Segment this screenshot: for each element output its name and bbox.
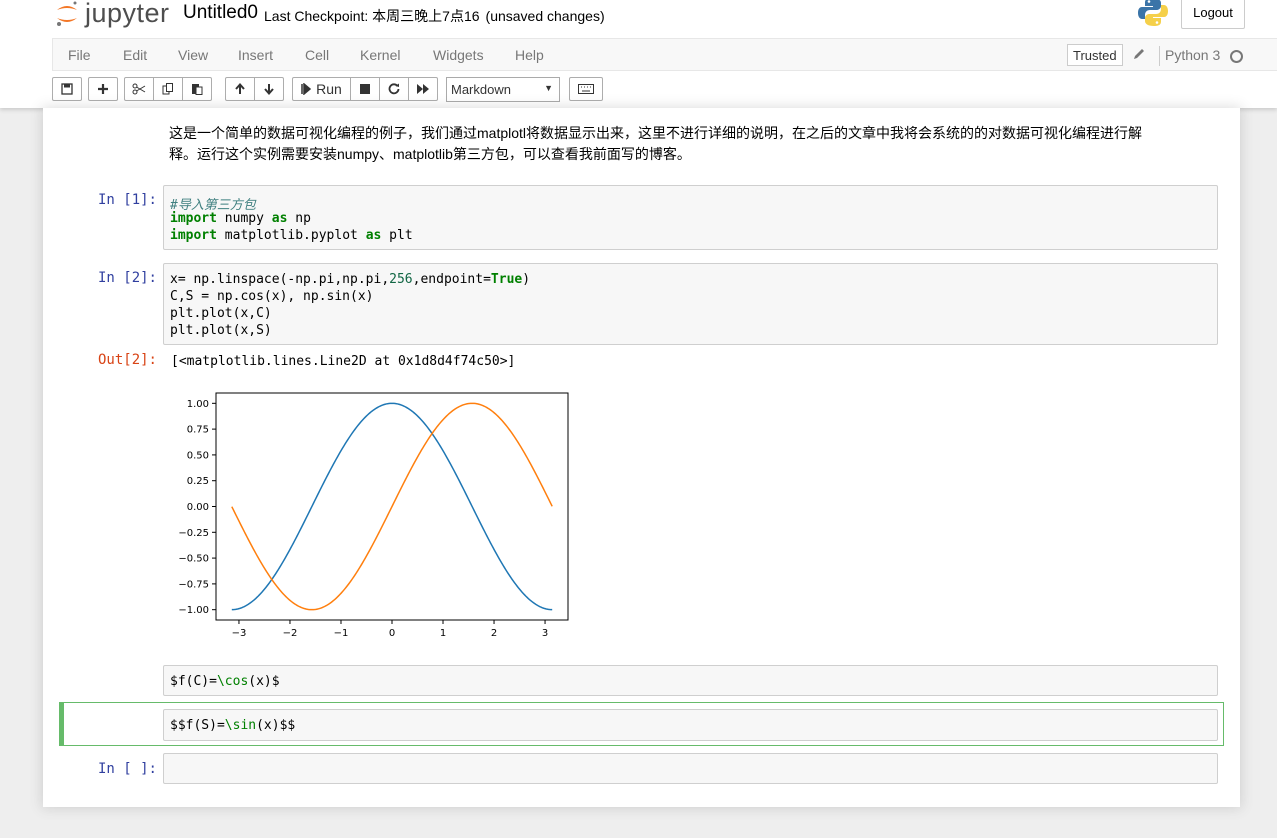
chevron-down-icon: ▼ — [544, 83, 553, 93]
paste-icon — [192, 84, 203, 95]
cell1-prompt: In [1]: — [97, 192, 157, 208]
code-line: import matplotlib.pyplot as plt — [170, 228, 413, 243]
interrupt-button[interactable] — [350, 77, 380, 101]
kernel-name[interactable]: Python 3 — [1165, 47, 1220, 63]
md-source-fc: $f(C)=\cos(x)$ — [170, 674, 280, 689]
run-icon — [301, 83, 312, 95]
insert-cell-button[interactable] — [88, 77, 118, 101]
code-line: plt.plot(x,S) — [170, 323, 272, 338]
y-tick-label: −0.25 — [178, 528, 209, 539]
x-tick-label: 0 — [389, 628, 395, 639]
kernel-idle-indicator — [1230, 50, 1243, 63]
y-tick-label: 1.00 — [187, 399, 209, 410]
x-tick-label: 2 — [491, 628, 497, 639]
x-tick-label: −1 — [334, 628, 349, 639]
checkpoint-info: Last Checkpoint: 本周三晚上7点16 (unsaved chang… — [264, 6, 605, 26]
x-tick-label: −2 — [283, 628, 298, 639]
trusted-badge[interactable]: Trusted — [1067, 44, 1123, 66]
restart-run-all-button[interactable] — [408, 77, 438, 101]
run-button[interactable]: Run — [292, 77, 351, 101]
keyboard-group — [569, 77, 603, 101]
save-group — [52, 77, 82, 101]
markdown-intro-line2: 释。运行这个实例需要安装numpy、matplotlib第三方包，可以查看我前面… — [169, 146, 691, 162]
run-group: Run — [292, 77, 438, 101]
menu-kernel[interactable]: Kernel — [360, 47, 400, 63]
code-line: x= np.linspace(-np.pi,np.pi,256,endpoint… — [170, 272, 531, 287]
output-text: [<matplotlib.lines.Line2D at 0x1d8d4f74c… — [171, 354, 516, 369]
toolbar: Run Markdown ▼ — [52, 77, 1252, 103]
markdown-cell-fs[interactable]: $$f(S)=\sin(x)$$ — [163, 709, 1218, 741]
menu-help[interactable]: Help — [515, 47, 544, 63]
menubar: File Edit View Insert Cell Kernel Widget… — [52, 38, 1277, 71]
stop-icon — [360, 84, 370, 94]
cell-type-select[interactable]: Markdown ▼ — [446, 77, 560, 102]
code-line: import numpy as np — [170, 211, 311, 226]
y-tick-label: 0.00 — [187, 502, 209, 513]
move-down-button[interactable] — [254, 77, 284, 101]
menu-file[interactable]: File — [68, 47, 91, 63]
move-group — [225, 77, 284, 101]
logout-button[interactable]: Logout — [1181, 0, 1245, 29]
menu-insert[interactable]: Insert — [238, 47, 273, 63]
keyboard-icon — [578, 84, 594, 94]
markdown-intro-line1: 这是一个简单的数据可视化编程的例子，我们通过matplotl将数据显示出来，这里… — [169, 125, 1143, 141]
menu-widgets[interactable]: Widgets — [433, 47, 484, 63]
menu-edit[interactable]: Edit — [123, 47, 147, 63]
command-palette-button[interactable] — [569, 77, 603, 101]
arrow-down-icon — [264, 84, 274, 95]
restart-icon — [388, 83, 400, 95]
y-tick-label: 0.50 — [187, 450, 209, 461]
code-line: C,S = np.cos(x), np.sin(x) — [170, 289, 374, 304]
jupyter-logo[interactable]: jupyter — [55, 0, 170, 30]
logo-text: jupyter — [85, 0, 170, 28]
y-tick-label: 0.75 — [187, 425, 209, 436]
menu-view[interactable]: View — [178, 47, 208, 63]
cell2-prompt: In [2]: — [97, 270, 157, 286]
checkpoint-status: (unsaved changes) — [485, 8, 605, 24]
code-cell-2[interactable]: x= np.linspace(-np.pi,np.pi,256,endpoint… — [163, 263, 1218, 345]
arrow-up-icon — [235, 83, 245, 94]
paste-button[interactable] — [182, 77, 212, 101]
edit-group — [124, 77, 212, 101]
markdown-intro-cell[interactable]: 这是一个简单的数据可视化编程的例子，我们通过matplotl将数据显示出来，这里… — [169, 123, 1214, 165]
y-tick-label: −1.00 — [178, 605, 209, 616]
jupyter-logo-icon — [57, 1, 77, 26]
cos-sin-plot: −3 −2 −1 0 1 2 3 1.00 0.75 0.50 0.25 0.00 −0.25 −0.50… — [178, 392, 569, 639]
save-icon — [61, 83, 73, 95]
move-up-button[interactable] — [225, 77, 255, 101]
y-tick-label: 0.25 — [187, 476, 209, 487]
code-line: plt.plot(x,C) — [170, 306, 272, 321]
out2-prompt: Out[2]: — [97, 352, 157, 368]
plus-icon — [98, 84, 108, 94]
python-logo-icon — [1138, 0, 1168, 26]
empty-code-cell[interactable] — [163, 753, 1218, 784]
restart-button[interactable] — [379, 77, 409, 101]
cut-icon — [132, 83, 146, 95]
header: jupyter Untitled0 Last Checkpoint: 本周三晚上… — [0, 0, 1277, 108]
notebook-name[interactable]: Untitled0 — [183, 2, 258, 24]
x-tick-label: 1 — [440, 628, 446, 639]
code-cell-1[interactable]: #导入第三方包 import numpy as np import matplo… — [163, 185, 1218, 250]
copy-button[interactable] — [153, 77, 183, 101]
x-tick-label: −3 — [232, 628, 247, 639]
menu-cell[interactable]: Cell — [305, 47, 329, 63]
cell-type-value: Markdown — [451, 82, 511, 97]
md-source-fs: $$f(S)=\sin(x)$$ — [170, 718, 296, 733]
y-tick-label: −0.75 — [178, 579, 209, 590]
checkpoint-label: Last Checkpoint: 本周三晚上7点16 — [264, 8, 480, 24]
fast-forward-icon — [417, 84, 429, 94]
cut-button[interactable] — [124, 77, 154, 101]
empty-cell-prompt: In [ ]: — [97, 761, 157, 777]
markdown-cell-fc[interactable]: $f(C)=\cos(x)$ — [163, 665, 1218, 696]
save-button[interactable] — [52, 77, 82, 101]
x-tick-label: 3 — [542, 628, 548, 639]
insert-group — [88, 77, 118, 101]
pencil-icon[interactable] — [1132, 47, 1146, 61]
kernel-separator — [1159, 46, 1160, 66]
run-label: Run — [316, 81, 342, 97]
copy-icon — [162, 83, 173, 95]
y-tick-label: −0.50 — [178, 554, 209, 565]
